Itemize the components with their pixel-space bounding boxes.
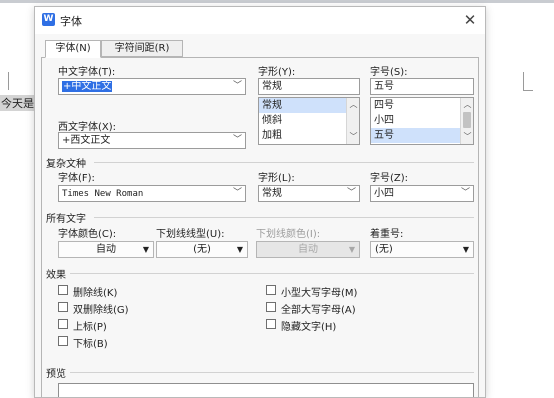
font-style-option[interactable]: 加粗 (259, 128, 359, 143)
strikethrough-checkbox[interactable] (58, 285, 68, 295)
hidden-text-checkbox[interactable] (266, 319, 276, 329)
west-font-value: +西文正文 (62, 135, 111, 146)
underline-color-label: 下划线颜色(I): (256, 229, 321, 240)
west-font-combo[interactable]: +西文正文 ﹀ (58, 132, 246, 149)
complex-size-combo[interactable]: 小四 ﹀ (370, 185, 474, 202)
font-size-option[interactable]: 五号 (371, 128, 473, 143)
underline-style-dropdown[interactable]: (无) ▼ (156, 241, 248, 258)
chevron-down-icon: ﹀ (232, 81, 242, 91)
section-divider (70, 273, 474, 274)
font-style-option[interactable]: 倾斜 (259, 113, 359, 128)
tab-panel-font: 中文字体(T): +中文正文 ﹀ 字形(Y): 常规 常规 倾斜 加粗 ︿ ﹀ … (41, 57, 479, 397)
all-caps-label[interactable]: 全部大写字母(A) (281, 301, 356, 316)
dialog-titlebar[interactable]: W 字体 ✕ (35, 7, 485, 34)
complex-style-value: 常规 (262, 188, 282, 199)
cn-font-combo[interactable]: +中文正文 ﹀ (58, 78, 246, 95)
complex-style-label: 字形(L): (258, 173, 295, 184)
close-icon: ✕ (463, 11, 477, 29)
chevron-down-icon: ﹀ (460, 188, 470, 198)
underline-style-value: (无) (193, 244, 211, 255)
font-size-input[interactable]: 五号 (370, 78, 474, 95)
font-style-option[interactable]: 常规 (259, 98, 359, 113)
complex-font-label: 字体(F): (58, 173, 95, 184)
hidden-text-label[interactable]: 隐藏文字(H) (281, 318, 336, 333)
complex-size-label: 字号(Z): (370, 173, 409, 184)
close-button[interactable]: ✕ (461, 11, 479, 29)
double-strikethrough-checkbox[interactable] (58, 302, 68, 312)
scrollbar-thumb[interactable] (463, 112, 471, 128)
chevron-up-icon[interactable]: ︿ (461, 99, 473, 111)
emphasis-mark-label: 着重号: (370, 229, 404, 240)
complex-style-combo[interactable]: 常规 ﹀ (258, 185, 360, 202)
chevron-up-icon[interactable]: ︿ (347, 99, 359, 111)
font-size-option[interactable]: 四号 (371, 98, 473, 113)
font-style-scrollbar[interactable]: ︿ ﹀ (346, 98, 359, 144)
section-divider (94, 162, 474, 163)
wps-writer-icon: W (42, 13, 55, 26)
document-top-bar (0, 0, 554, 3)
font-style-list[interactable]: 常规 倾斜 加粗 ︿ ﹀ (258, 97, 360, 145)
chevron-down-icon: ▼ (142, 245, 149, 254)
font-style-input[interactable]: 常规 (258, 78, 360, 95)
preview-box (58, 383, 474, 397)
font-size-list[interactable]: 四号 小四 五号 ︿ ﹀ (370, 97, 474, 145)
font-style-value: 常规 (262, 81, 282, 92)
chevron-down-icon: ﹀ (346, 188, 356, 198)
chevron-down-icon[interactable]: ﹀ (347, 131, 359, 143)
tab-font[interactable]: 字体(N) (45, 40, 101, 58)
complex-size-value: 小四 (374, 188, 394, 199)
font-style-label: 字形(Y): (258, 67, 296, 78)
emphasis-mark-value: (无) (375, 244, 393, 255)
dialog-title: 字体 (60, 15, 82, 28)
cn-font-value: +中文正文 (62, 81, 113, 92)
tab-character-spacing[interactable]: 字符间距(R) (101, 40, 183, 57)
emphasis-mark-dropdown[interactable]: (无) ▼ (370, 241, 474, 258)
margin-corner-mark (8, 72, 9, 90)
section-divider (94, 217, 474, 218)
chevron-down-icon: ▼ (348, 245, 355, 254)
small-caps-label[interactable]: 小型大写字母(M) (281, 284, 357, 299)
chevron-down-icon: ▼ (236, 245, 243, 254)
subscript-checkbox[interactable] (58, 336, 68, 346)
double-strikethrough-label[interactable]: 双删除线(G) (73, 301, 129, 316)
font-size-scrollbar[interactable]: ︿ ﹀ (460, 98, 473, 144)
chevron-down-icon: ▼ (462, 245, 469, 254)
font-size-value: 五号 (374, 81, 394, 92)
font-color-value: 自动 (96, 244, 116, 255)
font-size-label: 字号(S): (370, 67, 408, 78)
chevron-down-icon[interactable]: ﹀ (461, 131, 473, 143)
font-color-label: 字体颜色(C): (58, 229, 117, 240)
section-effects: 效果 (46, 270, 66, 281)
subscript-label[interactable]: 下标(B) (73, 335, 108, 350)
superscript-checkbox[interactable] (58, 319, 68, 329)
complex-font-combo[interactable]: Times New Roman ﹀ (58, 185, 246, 202)
section-all-text: 所有文字 (46, 214, 86, 225)
margin-corner-mark (523, 90, 533, 91)
superscript-label[interactable]: 上标(P) (73, 318, 107, 333)
underline-color-dropdown: 自动 ▼ (256, 241, 360, 258)
font-size-option[interactable]: 小四 (371, 113, 473, 128)
section-divider (70, 372, 474, 373)
font-color-dropdown[interactable]: 自动 ▼ (58, 241, 154, 258)
document-selected-text[interactable]: 今天是 (0, 95, 35, 111)
font-dialog: W 字体 ✕ 字体(N) 字符间距(R) 中文字体(T): +中文正文 ﹀ 字形… (34, 6, 486, 398)
section-complex-script: 复杂文种 (46, 159, 86, 170)
small-caps-checkbox[interactable] (266, 285, 276, 295)
underline-style-label: 下划线线型(U): (156, 229, 225, 240)
all-caps-checkbox[interactable] (266, 302, 276, 312)
section-preview: 预览 (46, 369, 66, 380)
west-font-label: 西文字体(X): (58, 122, 117, 133)
complex-font-value: Times New Roman (62, 189, 144, 199)
margin-corner-mark (523, 72, 524, 90)
chevron-down-icon: ﹀ (232, 135, 242, 145)
strikethrough-label[interactable]: 删除线(K) (73, 284, 117, 299)
chevron-down-icon: ﹀ (232, 188, 242, 198)
underline-color-value: 自动 (298, 244, 318, 255)
cn-font-label: 中文字体(T): (58, 67, 116, 78)
